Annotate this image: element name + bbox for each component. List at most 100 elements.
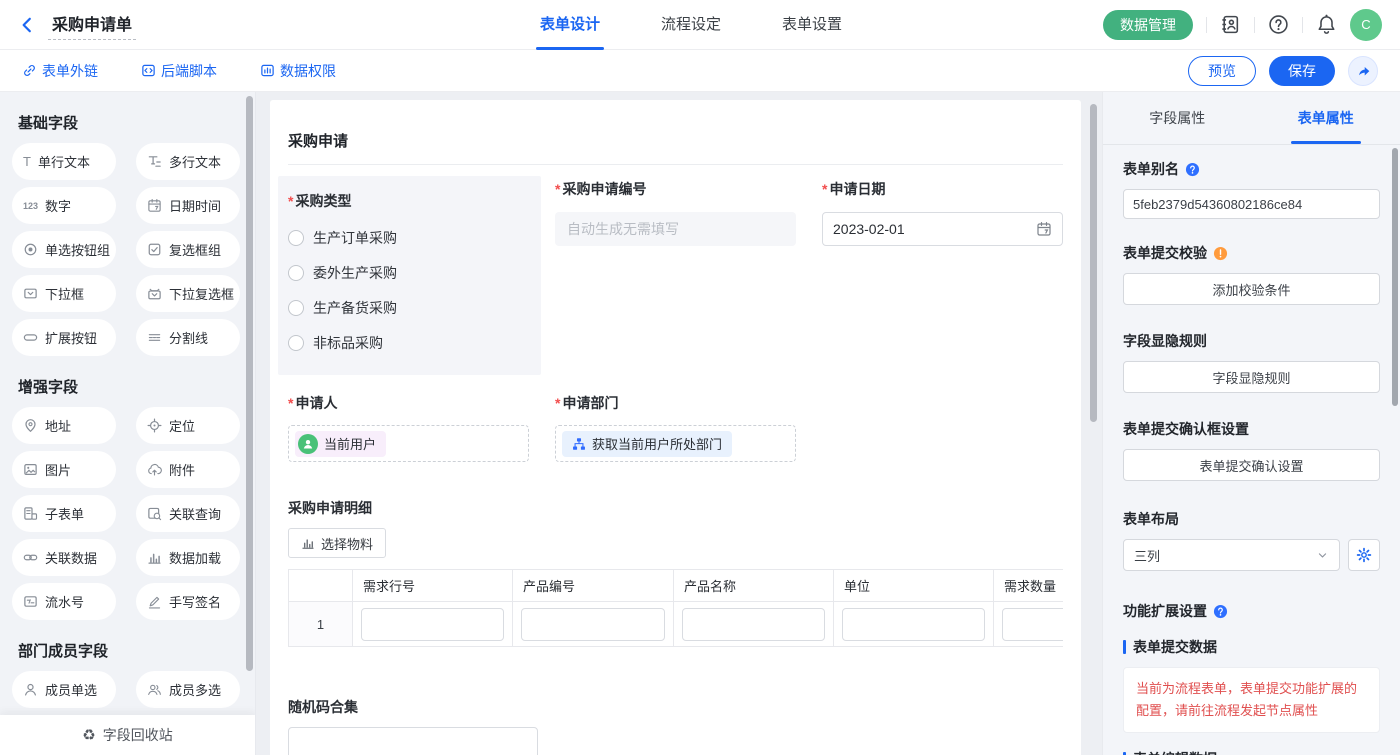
avatar[interactable]: C [1350,9,1382,41]
tab-form-settings[interactable]: 表单设置 [780,0,844,50]
alias-input[interactable] [1123,189,1380,219]
share-icon[interactable] [1348,56,1378,86]
detail-cell-input[interactable] [361,608,504,641]
tag-label: 获取当前用户所处部门 [592,434,722,453]
canvas-scrollbar[interactable] [1090,104,1097,422]
apply-date-input[interactable]: 2023-02-01 [822,212,1063,246]
panel-tab-form-props[interactable]: 表单属性 [1252,92,1400,144]
panel-scrollbar[interactable] [1392,148,1398,406]
form-external-link-link[interactable]: 表单外链 [22,61,98,81]
field-department[interactable]: *申请部门 获取当前用户所处部门 [555,393,796,462]
detail-cell-input[interactable] [682,608,825,641]
current-user-tag: 当前用户 [295,431,386,457]
help-icon[interactable] [1268,14,1289,35]
header-actions: 数据管理 C [1103,9,1382,41]
question-icon[interactable] [1185,162,1200,177]
backend-script-link[interactable]: 后端脚本 [141,61,217,81]
field-purchase-type[interactable]: *采购类型 生产订单采购委外生产采购生产备货采购非标品采购 [288,179,529,375]
form-card: 采购申请 *采购类型 生产订单采购委外生产采购生产备货采购非标品采购 *采购申请… [270,100,1081,755]
sidebar-item-multi-select[interactable]: 下拉复选框 [136,275,240,312]
detail-section: 采购申请明细 选择物料 需求行号产品编号产品名称单位需求数量 1 [288,498,1063,647]
visibility-rules-button[interactable]: 字段显隐规则 [1123,361,1380,393]
sidebar-item-radio-group[interactable]: 单选按钮组 [12,231,116,268]
sidebar-item-checkbox-group[interactable]: 复选框组 [136,231,240,268]
multi-select-icon [147,286,162,301]
section-divider [288,164,1063,165]
applicant-box[interactable]: 当前用户 [288,425,529,462]
sidebar-group-grid: 成员单选 成员多选 [12,671,255,715]
select-material-label: 选择物料 [321,534,373,553]
sidebar-group-title: 增强字段 [18,376,251,397]
sidebar-item-number[interactable]: 123数字 [12,187,116,224]
radio-option[interactable]: 委外生产采购 [288,263,531,283]
sidebar-item-data-load[interactable]: 数据加载 [136,539,240,576]
gear-icon[interactable] [1348,539,1380,571]
radio-option[interactable]: 生产订单采购 [288,228,531,248]
save-button[interactable]: 保存 [1269,56,1335,86]
field-label: *采购申请编号 [555,179,796,199]
field-order-no[interactable]: *采购申请编号 自动生成无需填写 [555,179,796,375]
panel-tab-field-props[interactable]: 字段属性 [1103,92,1252,144]
sidebar-item-related-query[interactable]: 关联查询 [136,495,240,532]
sidebar-item-geolocation[interactable]: 定位 [136,407,240,444]
data-manage-button[interactable]: 数据管理 [1103,10,1193,40]
confirm-label: 表单提交确认框设置 [1123,419,1380,439]
required-mark: * [555,181,560,197]
tab-flow-setting[interactable]: 流程设定 [659,0,723,50]
validation-label-row: 表单提交校验 [1123,243,1380,263]
radio-option[interactable]: 非标品采购 [288,333,531,353]
page-title: 采购申请单 [48,9,136,40]
sidebar-item-member-multi[interactable]: 成员多选 [136,671,240,708]
sidebar-item-extend-button[interactable]: 扩展按钮 [12,319,116,356]
sidebar-item-label: 单行文本 [38,152,90,171]
sidebar-item-divider[interactable]: 分割线 [136,319,240,356]
submit-confirm-button[interactable]: 表单提交确认设置 [1123,449,1380,481]
sidebar-item-member-single[interactable]: 成员单选 [12,671,116,708]
detail-cell-input[interactable] [842,608,985,641]
sidebar-item-address[interactable]: 地址 [12,407,116,444]
checkbox-group-icon [147,242,162,257]
detail-cell-input[interactable] [521,608,665,641]
contacts-icon[interactable] [1220,14,1241,35]
radio-option[interactable]: 生产备货采购 [288,298,531,318]
layout-select[interactable]: 三列 [1123,539,1340,571]
random-code-input[interactable] [288,727,538,755]
field-recycle-bin[interactable]: ♻ 字段回收站 [0,715,255,755]
sidebar-item-signature[interactable]: 手写签名 [136,583,240,620]
order-no-input[interactable]: 自动生成无需填写 [555,212,796,246]
back-icon[interactable] [18,14,40,36]
sidebar-item-attachment[interactable]: 附件 [136,451,240,488]
data-permission-link[interactable]: 数据权限 [260,61,336,81]
question-icon[interactable] [1213,604,1228,619]
field-random-code[interactable]: 随机码合集 [288,697,1063,755]
calendar-icon [1036,221,1052,237]
field-label: *申请部门 [555,393,796,413]
sidebar-item-multi-line-text[interactable]: 多行文本 [136,143,240,180]
select-material-button[interactable]: 选择物料 [288,528,386,558]
department-box[interactable]: 获取当前用户所处部门 [555,425,796,462]
sidebar-item-datetime[interactable]: 日期时间 [136,187,240,224]
detail-cell-input[interactable] [1002,608,1063,641]
add-validation-button[interactable]: 添加校验条件 [1123,273,1380,305]
sidebar-scrollbar[interactable] [246,96,253,671]
field-apply-date[interactable]: *申请日期 2023-02-01 [822,179,1063,375]
sidebar-item-select[interactable]: 下拉框 [12,275,116,312]
submit-data-header: 表单提交数据 [1123,637,1380,657]
field-applicant[interactable]: *申请人 当前用户 [288,393,529,462]
extend-button-icon [23,330,38,345]
preview-button[interactable]: 预览 [1188,56,1256,86]
sidebar-item-image[interactable]: 图片 [12,451,116,488]
sidebar-item-serial-number[interactable]: 流水号 [12,583,116,620]
tab-form-design[interactable]: 表单设计 [538,0,602,50]
warning-icon[interactable] [1213,246,1228,261]
sidebar-item-label: 关联查询 [169,504,221,523]
sidebar-item-label: 成员多选 [169,680,221,699]
sidebar-group-title: 基础字段 [18,112,251,133]
radio-option-label: 非标品采购 [313,333,383,353]
detail-title: 采购申请明细 [288,498,1063,518]
sidebar-item-single-line-text[interactable]: T单行文本 [12,143,116,180]
sidebar-item-subform[interactable]: 子表单 [12,495,116,532]
bell-icon[interactable] [1316,14,1337,35]
sidebar-item-related-data[interactable]: 关联数据 [12,539,116,576]
layout-value: 三列 [1134,546,1160,565]
